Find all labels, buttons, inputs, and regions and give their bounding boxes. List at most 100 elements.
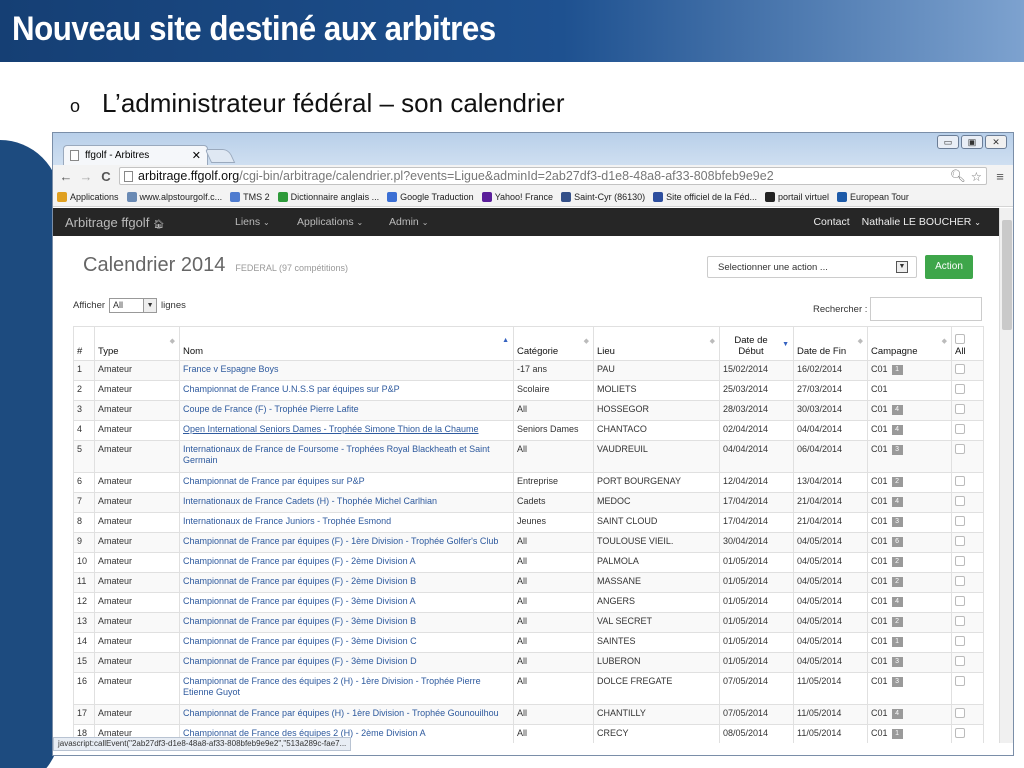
header-categorie[interactable]: Catégorie ◆ <box>513 326 594 361</box>
bookmark-item[interactable]: Site officiel de la Féd... <box>653 191 757 202</box>
cell-nom[interactable]: Championnat de France par équipes (H) - … <box>179 704 514 725</box>
row-checkbox[interactable] <box>955 424 965 434</box>
cell-nom[interactable]: Championnat de France par équipes (F) - … <box>179 572 514 593</box>
row-checkbox[interactable] <box>955 476 965 486</box>
table-row[interactable]: 9 Amateur Championnat de France par équipe… <box>73 532 984 553</box>
row-checkbox[interactable] <box>955 404 965 414</box>
row-checkbox[interactable] <box>955 676 965 686</box>
reload-icon[interactable]: C <box>99 169 113 184</box>
bookmark-item[interactable]: European Tour <box>837 191 909 202</box>
cell-nom[interactable]: Championnat de France U.N.S.S par équipe… <box>179 380 514 401</box>
row-checkbox[interactable] <box>955 656 965 666</box>
table-row[interactable]: 16 Amateur Championnat de France des équip… <box>73 672 984 705</box>
row-checkbox[interactable] <box>955 516 965 526</box>
table-row[interactable]: 3 Amateur Coupe de France (F) - Trophée Pi… <box>73 400 984 421</box>
minimize-icon[interactable]: ▭ <box>937 135 959 149</box>
select-all-checkbox[interactable] <box>955 334 965 344</box>
bookmark-item[interactable]: TMS 2 <box>230 191 270 202</box>
zoom-icon[interactable]: 🔍︎ <box>950 169 966 184</box>
forward-icon[interactable]: → <box>79 169 93 184</box>
menu-icon[interactable]: ≡ <box>993 169 1007 184</box>
new-tab-button[interactable] <box>204 149 236 163</box>
table-row[interactable]: 2 Amateur Championnat de France U.N.S.S pa… <box>73 380 984 401</box>
table-row[interactable]: 12 Amateur Championnat de France par équip… <box>73 592 984 613</box>
site-brand[interactable]: Arbitrage ffgolf 🏠︎ <box>65 215 235 230</box>
row-checkbox[interactable] <box>955 576 965 586</box>
cell-nom[interactable]: Open International Seniors Dames - Troph… <box>179 420 514 441</box>
table-row[interactable]: 5 Amateur Internationaux de France de Four… <box>73 440 984 473</box>
table-row[interactable]: 6 Amateur Championnat de France par équipe… <box>73 472 984 493</box>
search-input[interactable] <box>870 297 983 321</box>
row-checkbox[interactable] <box>955 444 965 454</box>
cell-nom[interactable]: Championnat de France par équipes sur P&… <box>179 472 514 493</box>
cell-nom[interactable]: Championnat de France par équipes (F) - … <box>179 652 514 673</box>
header-date-debut[interactable]: Date de Début ▼ <box>719 326 794 361</box>
cell-campagne: C01 6 <box>867 532 952 553</box>
menu-liens[interactable]: Liens ⌄ <box>235 216 297 228</box>
cell-nom[interactable]: Internationaux de France Juniors - Troph… <box>179 512 514 533</box>
cell-nom[interactable]: Championnat de France par équipes (F) - … <box>179 552 514 573</box>
bookmark-item[interactable]: Applications <box>57 191 119 202</box>
row-checkbox[interactable] <box>955 496 965 506</box>
maximize-icon[interactable]: ▣ <box>961 135 983 149</box>
row-checkbox[interactable] <box>955 616 965 626</box>
menu-admin[interactable]: Admin ⌄ <box>389 216 451 228</box>
header-campagne[interactable]: Campagne ◆ <box>867 326 952 361</box>
table-row[interactable]: 1 Amateur France v Espagne Boys -17 ans PAU 1… <box>73 360 984 381</box>
row-checkbox[interactable] <box>955 536 965 546</box>
address-bar[interactable]: arbitrage.ffgolf.org/cgi-bin/arbitrage/c… <box>119 167 987 185</box>
menu-applications[interactable]: Applications ⌄ <box>297 216 389 228</box>
bookmark-item[interactable]: www.alpstourgolf.c... <box>126 191 222 202</box>
header-all[interactable]: All <box>951 326 984 361</box>
cell-nom[interactable]: Championnat de France par équipes (F) - … <box>179 632 514 653</box>
row-checkbox[interactable] <box>955 384 965 394</box>
cell-nom[interactable]: Internationaux de France de Foursome - T… <box>179 440 514 473</box>
bookmark-item[interactable]: Saint-Cyr (86130) <box>561 191 645 202</box>
scrollbar-thumb[interactable] <box>1002 220 1012 330</box>
cell-lieu: LUBERON <box>593 652 720 673</box>
table-row[interactable]: 14 Amateur Championnat de France par équip… <box>73 632 984 653</box>
contact-link[interactable]: Contact <box>813 216 849 228</box>
cell-nom[interactable]: Championnat de France des équipes 2 (H) … <box>179 672 514 705</box>
cell-nom[interactable]: Championnat de France par équipes (F) - … <box>179 532 514 553</box>
close-icon[interactable]: ✕ <box>192 149 201 162</box>
back-icon[interactable]: ← <box>59 169 73 184</box>
header-number[interactable]: # <box>73 326 95 361</box>
action-select[interactable]: Selectionner une action ... ▼ <box>707 256 917 278</box>
window-close-icon[interactable]: ✕ <box>985 135 1007 149</box>
cell-nom[interactable]: France v Espagne Boys <box>179 360 514 381</box>
row-checkbox[interactable] <box>955 636 965 646</box>
cell-nom[interactable]: Coupe de France (F) - Trophée Pierre Laf… <box>179 400 514 421</box>
table-row[interactable]: 7 Amateur Internationaux de France Cadets … <box>73 492 984 513</box>
table-row[interactable]: 4 Amateur Open International Seniors Dames… <box>73 420 984 441</box>
row-checkbox[interactable] <box>955 556 965 566</box>
header-nom[interactable]: Nom ▲ <box>179 326 514 361</box>
bookmark-item[interactable]: Google Traduction <box>387 191 474 202</box>
bookmark-item[interactable]: portail virtuel <box>764 191 829 202</box>
row-checkbox[interactable] <box>955 364 965 374</box>
cell-nom[interactable]: Internationaux de France Cadets (H) - Th… <box>179 492 514 513</box>
row-checkbox[interactable] <box>955 728 965 738</box>
row-checkbox[interactable] <box>955 596 965 606</box>
table-row[interactable]: 15 Amateur Championnat de France par équip… <box>73 652 984 673</box>
cell-nom[interactable]: Championnat de France par équipes (F) - … <box>179 592 514 613</box>
table-row[interactable]: 11 Amateur Championnat de France par équip… <box>73 572 984 593</box>
bookmark-item[interactable]: Yahoo! France <box>481 191 553 202</box>
action-button[interactable]: Action <box>925 255 973 279</box>
bookmark-item[interactable]: Dictionnaire anglais ... <box>277 191 379 202</box>
header-type[interactable]: Type ◆ <box>94 326 180 361</box>
table-row[interactable]: 10 Amateur Championnat de France par équip… <box>73 552 984 573</box>
table-row[interactable]: 8 Amateur Internationaux de France Juniors… <box>73 512 984 533</box>
header-lieu[interactable]: Lieu ◆ <box>593 326 720 361</box>
table-row[interactable]: 17 Amateur Championnat de France par équip… <box>73 704 984 725</box>
length-select[interactable]: All ▼ <box>109 298 158 313</box>
user-menu[interactable]: Nathalie LE BOUCHER ⌄ <box>862 216 981 228</box>
cell-nom[interactable]: Championnat de France par équipes (F) - … <box>179 612 514 633</box>
header-date-fin[interactable]: Date de Fin ◆ <box>793 326 868 361</box>
star-icon[interactable]: ☆ <box>971 169 982 184</box>
table-row[interactable]: 13 Amateur Championnat de France par équip… <box>73 612 984 633</box>
vertical-scrollbar[interactable] <box>999 208 1013 743</box>
row-checkbox[interactable] <box>955 708 965 718</box>
cell-date-debut: 01/05/2014 <box>719 592 794 613</box>
browser-tab[interactable]: ffgolf - Arbitres ✕ <box>63 145 208 165</box>
